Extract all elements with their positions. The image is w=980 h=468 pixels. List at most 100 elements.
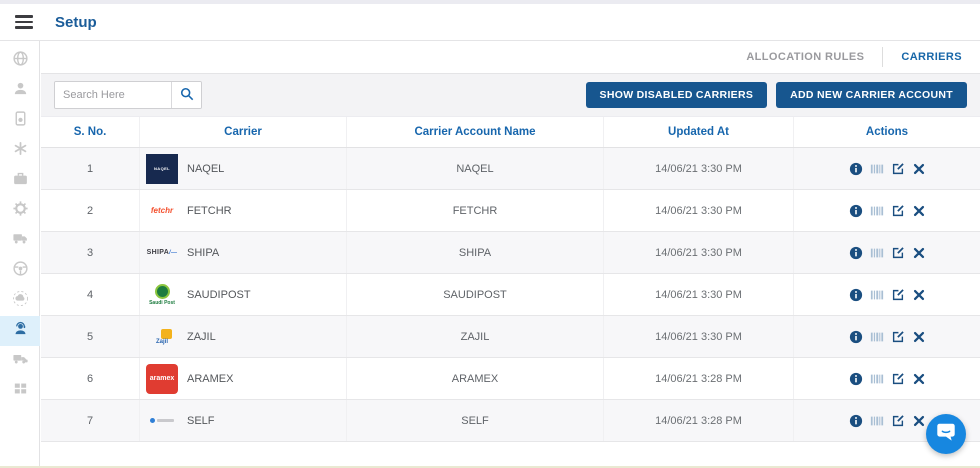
tab-bar: ALLOCATION RULES CARRIERS [41, 41, 980, 74]
carrier-name: SELF [187, 415, 215, 427]
edit-icon[interactable] [890, 203, 905, 218]
updated-at: 14/06/21 3:30 PM [604, 232, 794, 273]
updated-at: 14/06/21 3:28 PM [604, 400, 794, 441]
carrier-name: SHIPA [187, 247, 219, 259]
carrier-logo: SHIPA [146, 249, 178, 256]
barcode-icon[interactable] [869, 245, 884, 260]
table-row: 6 aramex ARAMEX ARAMEX 14/06/21 3:28 PM [41, 358, 980, 400]
carrier-cell: aramex ARAMEX [140, 358, 347, 399]
info-icon[interactable] [848, 203, 863, 218]
barcode-icon[interactable] [869, 371, 884, 386]
info-icon[interactable] [848, 371, 863, 386]
carrier-account-name: ARAMEX [347, 358, 604, 399]
table-row: 2 fetchr FETCHR FETCHR 14/06/21 3:30 PM [41, 190, 980, 232]
sidebar-item-gear[interactable] [0, 196, 40, 226]
info-icon[interactable] [848, 287, 863, 302]
row-serial-number: 7 [41, 400, 140, 441]
info-icon[interactable] [848, 329, 863, 344]
topbar: Setup [0, 4, 980, 41]
col-header-account: Carrier Account Name [347, 117, 604, 147]
table-header: S. No. Carrier Carrier Account Name Upda… [41, 116, 980, 148]
carriers-table: S. No. Carrier Carrier Account Name Upda… [41, 116, 980, 442]
sidebar [0, 41, 40, 468]
remove-icon[interactable] [911, 413, 926, 428]
sidebar-item-user[interactable] [0, 76, 40, 106]
edit-icon[interactable] [890, 329, 905, 344]
support-agent-icon [12, 320, 29, 342]
briefcase-icon [12, 170, 29, 192]
app-window: Setup ALLOCATION RULES CARRIERS [0, 0, 980, 468]
search-button[interactable] [171, 82, 201, 108]
carrier-account-name: SHIPA [347, 232, 604, 273]
edit-icon[interactable] [890, 245, 905, 260]
remove-icon[interactable] [911, 329, 926, 344]
carrier-cell: Zajil ZAJIL [140, 316, 347, 357]
carrier-cell: Saudi Post SAUDIPOST [140, 274, 347, 315]
sidebar-item-device[interactable] [0, 106, 40, 136]
sidebar-item-support-agent[interactable] [0, 316, 40, 346]
barcode-icon[interactable] [869, 413, 884, 428]
col-header-actions: Actions [794, 117, 980, 147]
sidebar-item-truck-secure[interactable] [0, 346, 40, 376]
edit-icon[interactable] [890, 371, 905, 386]
sidebar-item-steering[interactable] [0, 256, 40, 286]
row-serial-number: 1 [41, 148, 140, 189]
carrier-logo: aramex [146, 364, 178, 394]
barcode-icon[interactable] [869, 161, 884, 176]
menu-icon[interactable] [15, 12, 33, 31]
carrier-account-name: SELF [347, 400, 604, 441]
edit-icon[interactable] [890, 287, 905, 302]
search-icon [180, 87, 194, 104]
sidebar-item-briefcase[interactable] [0, 166, 40, 196]
tab-carriers[interactable]: CARRIERS [883, 41, 980, 73]
remove-icon[interactable] [911, 161, 926, 176]
chat-launcher-button[interactable] [926, 414, 966, 454]
sidebar-item-flower[interactable] [0, 136, 40, 166]
cloud-network-icon [12, 290, 29, 312]
carrier-cell: SELF [140, 400, 347, 441]
carrier-name: ARAMEX [187, 373, 233, 385]
remove-icon[interactable] [911, 245, 926, 260]
gear-icon [12, 200, 29, 222]
row-serial-number: 3 [41, 232, 140, 273]
remove-icon[interactable] [911, 371, 926, 386]
barcode-icon[interactable] [869, 203, 884, 218]
sidebar-item-cloud[interactable] [0, 286, 40, 316]
sidebar-item-pallet[interactable] [0, 376, 40, 406]
updated-at: 14/06/21 3:28 PM [604, 358, 794, 399]
carrier-cell: NAQEL NAQEL [140, 148, 347, 189]
main-content: ALLOCATION RULES CARRIERS SHOW DISABLED … [41, 41, 980, 468]
add-new-carrier-account-button[interactable]: ADD NEW CARRIER ACCOUNT [776, 82, 967, 108]
table-row: 5 Zajil ZAJIL ZAJIL 14/06/21 3:30 PM [41, 316, 980, 358]
carrier-account-name: SAUDIPOST [347, 274, 604, 315]
row-serial-number: 2 [41, 190, 140, 231]
remove-icon[interactable] [911, 287, 926, 302]
table-body: 1 NAQEL NAQEL NAQEL 14/06/21 3:30 PM 2 f… [41, 148, 980, 442]
updated-at: 14/06/21 3:30 PM [604, 148, 794, 189]
row-actions [794, 358, 980, 399]
info-icon[interactable] [848, 245, 863, 260]
carrier-logo: Zajil [146, 329, 178, 345]
globe-icon [12, 50, 29, 72]
tab-allocation-rules[interactable]: ALLOCATION RULES [728, 41, 882, 73]
truck-sync-icon [12, 230, 29, 252]
carrier-account-name: ZAJIL [347, 316, 604, 357]
col-header-sno: S. No. [41, 117, 140, 147]
row-actions [794, 316, 980, 357]
info-icon[interactable] [848, 413, 863, 428]
carrier-cell: SHIPA SHIPA [140, 232, 347, 273]
updated-at: 14/06/21 3:30 PM [604, 316, 794, 357]
remove-icon[interactable] [911, 203, 926, 218]
barcode-icon[interactable] [869, 329, 884, 344]
carrier-logo [146, 418, 178, 423]
sidebar-item-globe[interactable] [0, 46, 40, 76]
barcode-icon[interactable] [869, 287, 884, 302]
show-disabled-carriers-button[interactable]: SHOW DISABLED CARRIERS [586, 82, 768, 108]
info-icon[interactable] [848, 161, 863, 176]
edit-icon[interactable] [890, 161, 905, 176]
edit-icon[interactable] [890, 413, 905, 428]
sidebar-item-truck-sync[interactable] [0, 226, 40, 256]
col-header-carrier: Carrier [140, 117, 347, 147]
search-input[interactable] [55, 82, 171, 108]
truck-secure-icon [12, 350, 29, 372]
